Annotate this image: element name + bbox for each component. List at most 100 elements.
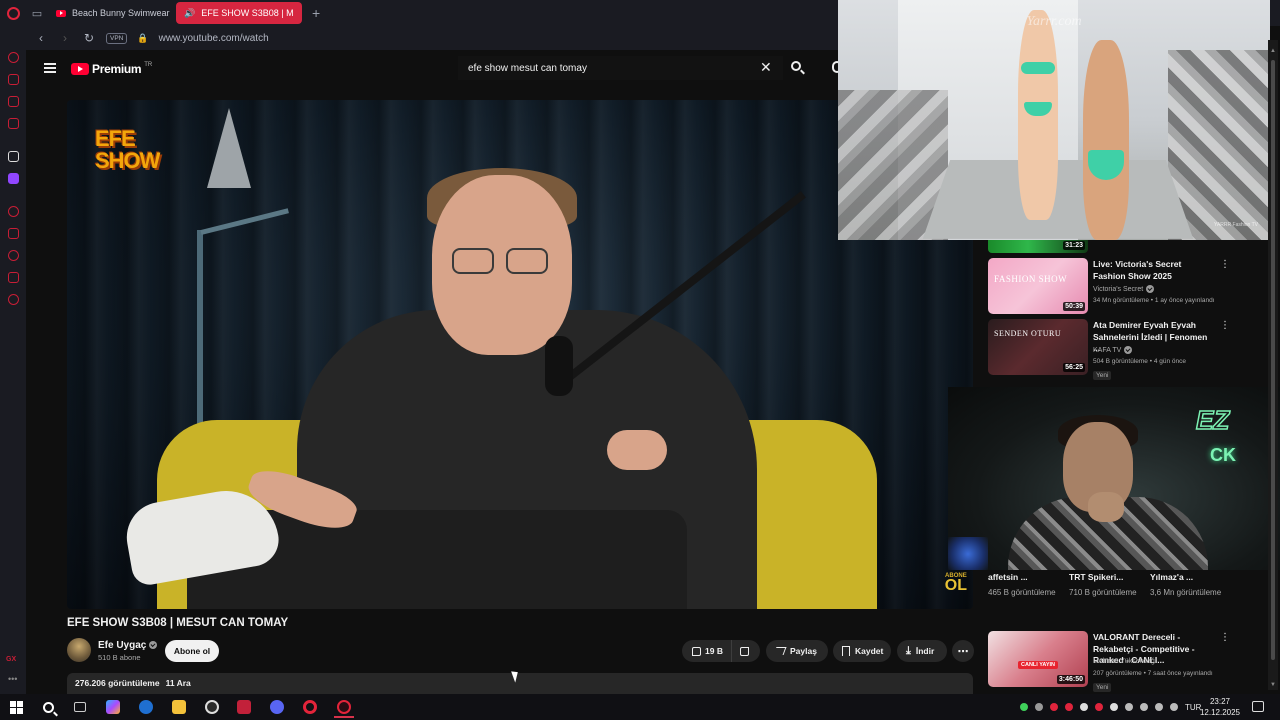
channel-avatar[interactable] — [67, 638, 91, 662]
more-actions-button[interactable]: ⋯ — [952, 640, 974, 662]
tray-app-icon[interactable] — [1050, 703, 1058, 711]
scroll-down-icon[interactable]: ▼ — [1270, 682, 1276, 688]
sidebar-gx-icon[interactable]: GX — [6, 656, 16, 663]
tab-islands-icon[interactable]: ▭ — [26, 2, 48, 24]
sidebar-messenger-icon[interactable] — [8, 118, 19, 129]
sidebar-bag-icon[interactable] — [8, 74, 19, 85]
thumbs-down-icon — [739, 646, 749, 656]
search-input[interactable] — [458, 56, 783, 80]
shorts-views: 465 B görüntüleme — [988, 588, 1056, 597]
opera-menu-button[interactable] — [0, 0, 26, 26]
rec-title[interactable]: Live: Victoria's Secret Fashion Show 202… — [1093, 259, 1213, 282]
search-icon — [42, 701, 54, 713]
sidebar-aria-icon[interactable] — [8, 52, 19, 63]
youtube-logo[interactable]: Premium TR — [71, 62, 152, 76]
lock-icon[interactable]: 🔒 — [137, 33, 148, 44]
rec-item[interactable]: CANLI YAYIN 3:46:50 VALORANT Dereceli - … — [988, 631, 1230, 692]
network-icon[interactable] — [1155, 703, 1163, 711]
shorts-title[interactable]: Yılmaz'a ... — [1150, 572, 1230, 582]
description-box[interactable]: 276.206 görüntüleme 11 Ara — [67, 673, 973, 694]
sidebar-settings-icon[interactable] — [8, 294, 19, 305]
sidebar-clock-icon[interactable] — [8, 206, 19, 217]
tray-app-icon[interactable] — [1035, 703, 1043, 711]
tray-app-icon[interactable] — [1110, 703, 1118, 711]
clock-date: 12.12.2025 — [1199, 708, 1241, 717]
download-button[interactable]: ⤓ İndir — [897, 640, 947, 662]
tray-app-icon[interactable] — [1080, 703, 1088, 711]
shorts-views: 3,6 Mn görüntüleme — [1150, 588, 1222, 597]
upload-date: 11 Ara — [165, 678, 191, 688]
rec-thumbnail[interactable]: SENDEN OTURU 56:25 — [988, 319, 1088, 375]
shorts-title[interactable]: TRT Spikeri... — [1069, 572, 1149, 582]
microphone-icon[interactable] — [1125, 703, 1133, 711]
rec-thumbnail[interactable]: CANLI YAYIN 3:46:50 — [988, 631, 1088, 687]
picture-in-picture-video[interactable]: Yarrr.com YARRR Fashion TV — [838, 0, 1270, 240]
scrollbar-thumb[interactable] — [1271, 60, 1275, 660]
opera-sidebar: GX ••• — [0, 26, 26, 694]
taskbar-app-video-editor[interactable] — [234, 697, 254, 717]
clock[interactable]: 23:27 12.12.2025 — [1198, 696, 1242, 718]
forward-icon[interactable]: › — [58, 31, 72, 45]
taskbar-app-edge[interactable] — [136, 697, 156, 717]
shorts-title[interactable]: affetsin ... — [988, 572, 1068, 582]
volume-icon[interactable] — [1170, 703, 1178, 711]
sidebar-more-icon[interactable]: ••• — [8, 674, 17, 684]
sidebar-bookmarks-icon[interactable] — [8, 228, 19, 239]
vpn-badge[interactable]: VPN — [106, 32, 128, 44]
subscribe-button[interactable]: Abone ol — [165, 640, 219, 662]
clock-time: 23:27 — [1209, 697, 1231, 706]
url-field[interactable]: www.youtube.com/watch — [159, 33, 269, 44]
tray-app-icon[interactable] — [1065, 703, 1073, 711]
reload-icon[interactable]: ↻ — [82, 31, 96, 45]
back-icon[interactable]: ‹ — [34, 31, 48, 45]
taskbar-search-button[interactable] — [38, 697, 58, 717]
tray-app-icon[interactable] — [1095, 703, 1103, 711]
save-button[interactable]: Kaydet — [833, 640, 891, 662]
taskbar-app-obs[interactable] — [202, 697, 222, 717]
share-button[interactable]: Paylaş — [766, 640, 828, 662]
page-scrollbar[interactable]: ▲ ▼ — [1268, 40, 1278, 690]
copilot-icon — [106, 700, 120, 714]
kebab-menu-icon[interactable]: ⋮ — [1220, 260, 1230, 270]
task-view-button[interactable] — [70, 697, 90, 717]
shorts-item[interactable]: Yılmaz'a ... 3,6 Mn görüntüleme — [1150, 572, 1230, 598]
scroll-up-icon[interactable]: ▲ — [1270, 48, 1276, 54]
shorts-item[interactable]: TRT Spikeri... 710 B görüntüleme — [1069, 572, 1149, 598]
tray-app-icon[interactable] — [1020, 703, 1028, 711]
start-button[interactable] — [6, 697, 26, 717]
taskbar-app-discord[interactable] — [267, 697, 287, 717]
shorts-item[interactable]: affetsin ... 465 B görüntüleme — [988, 572, 1068, 598]
rec-thumbnail-partial[interactable]: 31:23 — [988, 240, 1088, 253]
rec-thumbnail[interactable]: FASHION SHOW 50:39 — [988, 258, 1088, 314]
duration-badge: 50:39 — [1063, 302, 1085, 311]
clear-search-icon[interactable]: ✕ — [760, 59, 772, 75]
search-button[interactable] — [786, 57, 808, 79]
new-tab-button[interactable]: + — [306, 5, 326, 21]
rec-item[interactable]: FASHION SHOW 50:39 Live: Victoria's Secr… — [988, 258, 1230, 316]
notification-icon[interactable] — [1252, 701, 1264, 712]
sidebar-extensions-icon[interactable] — [8, 272, 19, 283]
like-button[interactable]: 19 B — [682, 640, 732, 662]
bookmark-icon — [842, 646, 850, 656]
opera-gx-icon — [337, 700, 351, 714]
taskbar-app-explorer[interactable] — [169, 697, 189, 717]
tray-app-icon[interactable] — [1140, 703, 1148, 711]
kebab-menu-icon[interactable]: ⋮ — [1220, 321, 1230, 331]
taskbar-app-opera-gx[interactable] — [334, 697, 354, 717]
taskbar-app-opera[interactable] — [300, 697, 320, 717]
sidebar-player-icon[interactable] — [8, 96, 19, 107]
dislike-button[interactable] — [732, 640, 757, 662]
tab-beach-bunny[interactable]: Beach Bunny Swimwear F — [48, 2, 172, 24]
channel-name-row[interactable]: Efe Uygaç — [98, 640, 158, 651]
sidebar-app-icon[interactable] — [8, 151, 19, 162]
rec-item[interactable]: SENDEN OTURU 56:25 Ata Demirer Eyvah Eyv… — [988, 319, 1230, 380]
audio-playing-icon[interactable]: 🔊 — [184, 8, 195, 19]
new-badge: Yeni — [1093, 371, 1112, 380]
tab-efe-show[interactable]: 🔊 EFE SHOW S3B08 | M — [176, 2, 302, 24]
kebab-menu-icon[interactable]: ⋮ — [1220, 633, 1230, 643]
menu-icon[interactable] — [44, 63, 56, 73]
channel-name[interactable]: Efe Uygaç — [98, 640, 146, 651]
sidebar-twitch-icon[interactable] — [8, 173, 19, 184]
taskbar-app-copilot[interactable] — [103, 697, 123, 717]
sidebar-history-icon[interactable] — [8, 250, 19, 261]
